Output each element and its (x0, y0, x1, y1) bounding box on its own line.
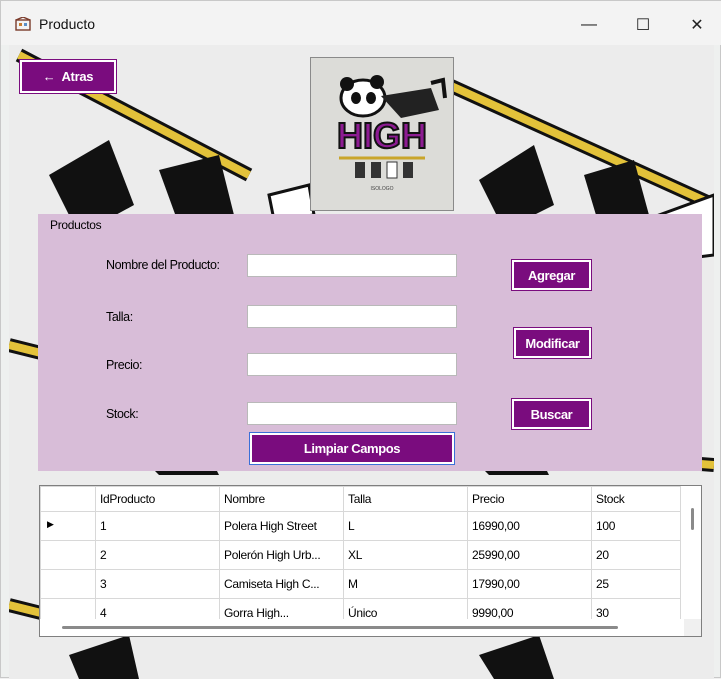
cell-precio[interactable]: 25990,00 (467, 540, 592, 570)
cell-precio[interactable]: 16990,00 (467, 511, 592, 541)
column-header-nombre[interactable]: Nombre (219, 486, 344, 512)
minimize-button[interactable]: — (566, 10, 612, 40)
row-header-corner (40, 486, 96, 512)
buscar-button[interactable]: Buscar (511, 398, 592, 430)
agregar-button[interactable]: Agregar (511, 259, 592, 291)
vertical-scrollbar[interactable] (684, 486, 701, 620)
row-header[interactable]: ▶ (40, 511, 96, 541)
table-row[interactable]: 3 Camiseta High C... M 17990,00 25 (40, 569, 681, 599)
cell-nombre[interactable]: Polerón High Urb... (219, 540, 344, 570)
stock-input[interactable] (247, 402, 457, 425)
cell-idproducto[interactable]: 2 (95, 540, 220, 570)
logo-subtext: ISOLOGO (370, 186, 393, 192)
cell-stock[interactable]: 100 (591, 511, 681, 541)
table-row[interactable]: ▶ 1 Polera High Street L 16990,00 100 (40, 511, 681, 541)
current-row-icon: ▶ (47, 519, 54, 529)
column-header-talla[interactable]: Talla (343, 486, 468, 512)
horizontal-scrollbar[interactable] (40, 619, 701, 636)
stock-label: Stock: (106, 407, 139, 421)
cell-precio[interactable]: 17990,00 (467, 569, 592, 599)
cell-nombre[interactable]: Camiseta High C... (219, 569, 344, 599)
precio-label: Precio: (106, 358, 143, 372)
table-row[interactable]: 2 Polerón High Urb... XL 25990,00 20 (40, 540, 681, 570)
brand-logo: HIGH ISOLOGO (310, 57, 454, 211)
scrollbar-corner (684, 619, 701, 636)
cell-idproducto[interactable]: 1 (95, 511, 220, 541)
modificar-button[interactable]: Modificar (513, 327, 592, 359)
vertical-scroll-thumb[interactable] (691, 508, 694, 530)
window-frame: Producto — ☐ ✕ ← Atras HIGH ISOLOGO Prod… (0, 0, 721, 679)
minimize-icon: — (581, 16, 597, 33)
row-header[interactable] (40, 540, 96, 570)
cell-idproducto[interactable]: 3 (95, 569, 220, 599)
maximize-button[interactable]: ☐ (620, 10, 666, 40)
productos-datagrid[interactable]: IdProducto Nombre Talla Precio Stock ▶ 1… (39, 485, 702, 637)
nombre-input[interactable] (247, 254, 457, 277)
cell-nombre[interactable]: Polera High Street (219, 511, 344, 541)
close-icon: ✕ (690, 17, 704, 34)
talla-input[interactable] (247, 305, 457, 328)
app-icon (15, 17, 31, 31)
row-header[interactable] (40, 569, 96, 599)
cell-talla[interactable]: XL (343, 540, 468, 570)
column-header-precio[interactable]: Precio (467, 486, 592, 512)
horizontal-scroll-thumb[interactable] (62, 626, 618, 629)
limpiar-campos-button[interactable]: Limpiar Campos (249, 432, 455, 465)
column-header-stock[interactable]: Stock (591, 486, 681, 512)
nombre-label: Nombre del Producto: (106, 258, 220, 272)
precio-input[interactable] (247, 353, 457, 376)
back-button[interactable]: ← Atras (19, 59, 117, 94)
client-area: ← Atras HIGH ISOLOGO Productos Nombre de… (9, 45, 714, 679)
cell-stock[interactable]: 20 (591, 540, 681, 570)
groupbox-title: Productos (50, 218, 102, 232)
cell-talla[interactable]: M (343, 569, 468, 599)
cell-talla[interactable]: L (343, 511, 468, 541)
productos-table: IdProducto Nombre Talla Precio Stock ▶ 1… (40, 486, 681, 628)
cell-stock[interactable]: 25 (591, 569, 681, 599)
productos-groupbox: Productos Nombre del Producto: Talla: Pr… (38, 214, 702, 471)
panda-logo-icon: HIGH ISOLOGO (336, 75, 447, 192)
back-button-label: Atras (61, 69, 94, 84)
column-header-idproducto[interactable]: IdProducto (95, 486, 220, 512)
maximize-icon: ☐ (635, 17, 651, 34)
close-button[interactable]: ✕ (674, 10, 720, 40)
table-header-row: IdProducto Nombre Talla Precio Stock (40, 486, 681, 512)
talla-label: Talla: (106, 310, 133, 324)
title-bar[interactable]: Producto — ☐ ✕ (1, 1, 721, 45)
window-title: Producto (39, 16, 96, 32)
logo-text: HIGH (337, 115, 427, 156)
arrow-left-icon: ← (42, 69, 56, 84)
